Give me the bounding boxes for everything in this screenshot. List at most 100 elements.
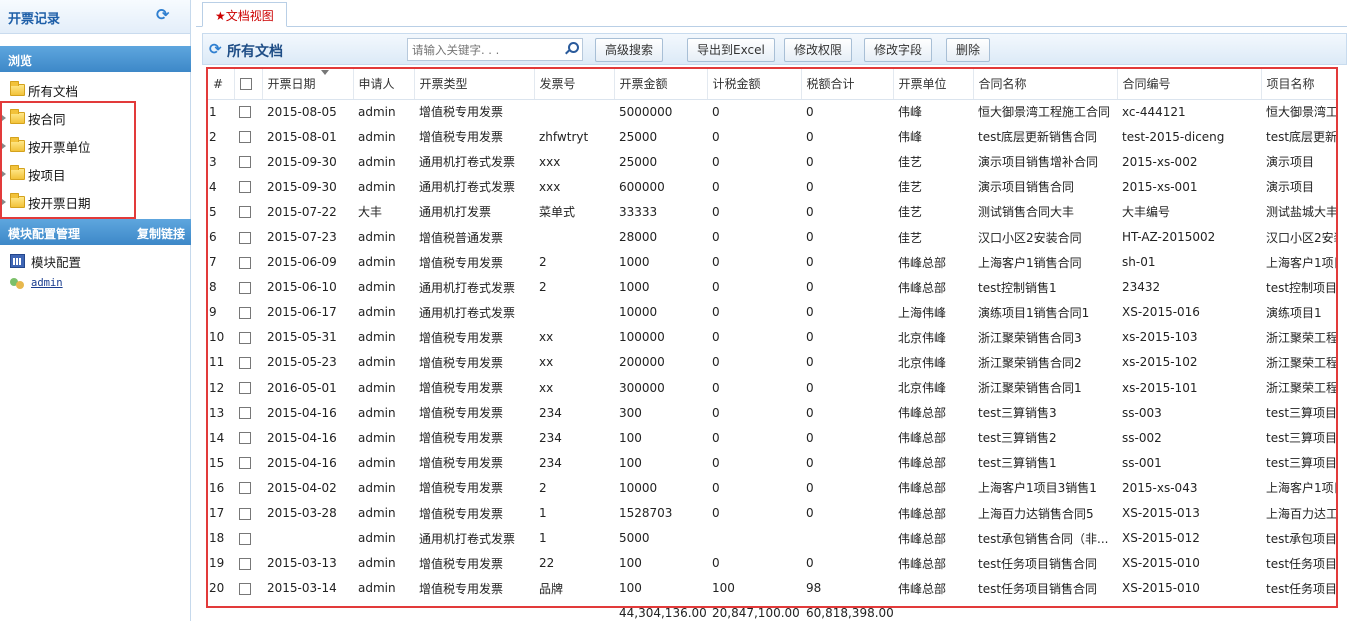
col-header-invoice-amount[interactable]: 开票金额 [614,69,708,100]
edit-permissions-button[interactable]: 修改权限 [784,38,853,62]
tab-bar: ★文档视图 [196,0,1347,27]
cell-applicant: admin [358,531,396,546]
tree-item-all-docs[interactable]: 所有文档 [0,76,191,104]
table-row[interactable]: 16 2015-04-02 admin 增值税专用发票 2 10000 0 0 伟峰总部 上海客户… [208,475,1336,500]
row-checkbox[interactable] [239,507,251,520]
cell-invoice-number: xx [539,330,554,345]
cell-contract-name: 演示项目销售增补合同 [978,155,1099,170]
col-header-invoice-date[interactable]: 开票日期 [262,69,354,100]
cell-contract-number: xc-444121 [1122,104,1186,119]
table-row[interactable]: 18 admin 通用机打卷式发票 1 5000 伟峰总部 test承包销售合同（非... X… [208,526,1336,551]
edit-fields-button[interactable]: 修改字段 [864,38,933,62]
table-row[interactable]: 12 2016-05-01 admin 增值税专用发票 xx 300000 0 0 北京伟峰 浙江… [208,375,1336,400]
advanced-search-button[interactable]: 高级搜索 [595,38,664,62]
row-checkbox[interactable] [239,156,251,169]
search-input[interactable] [408,39,558,60]
cell-invoice-amount: 300000 [619,380,665,395]
search-icon[interactable] [565,42,579,54]
table-row[interactable]: 10 2015-05-31 admin 增值税专用发票 xx 100000 0 0 北京伟峰 浙江… [208,325,1336,350]
export-excel-button[interactable]: 导出到Excel [687,38,775,62]
tab-document-view[interactable]: ★文档视图 [202,2,287,27]
col-header-invoice-number[interactable]: 发票号 [534,69,615,100]
table-row[interactable]: 5 2015-07-22 大丰 通用机打发票 菜单式 33333 0 0 佳艺 测试销售合同大丰 大… [208,199,1338,224]
col-header-tax-total[interactable]: 税额合计 [801,69,894,100]
cell-contract-name: test控制销售1 [978,280,1057,295]
row-checkbox[interactable] [239,382,251,395]
table-row[interactable]: 13 2015-04-16 admin 增值税专用发票 234 300 0 0 伟峰总部 test… [208,400,1336,425]
select-all-checkbox[interactable] [239,78,252,91]
row-checkbox[interactable] [239,432,251,445]
cell-tax-total: 0 [806,430,814,445]
col-header-project-name[interactable]: 项目名称 [1261,69,1336,100]
row-checkbox[interactable] [239,131,251,144]
cell-index: 17 [209,506,225,521]
table-row[interactable]: 14 2015-04-16 admin 增值税专用发票 234 100 0 0 伟峰总部 test… [208,425,1336,450]
row-checkbox[interactable] [239,557,251,570]
cell-invoice-date: 2015-03-13 [267,556,337,571]
cell-invoice-date: 2015-05-23 [267,355,337,370]
delete-button[interactable]: 删除 [946,38,991,62]
cell-index: 8 [209,280,217,295]
admin-link[interactable]: admin [31,277,63,289]
row-checkbox[interactable] [239,356,251,369]
cell-invoice-date: 2015-04-16 [267,455,337,470]
table-row[interactable]: 11 2015-05-23 admin 增值税专用发票 xx 200000 0 0 北京伟峰 浙江… [208,350,1336,375]
cell-contract-name: test底层更新销售合同 [978,130,1098,145]
col-header-invoice-type[interactable]: 开票类型 [414,69,535,100]
module-item-config[interactable]: 模块配置 [0,249,191,273]
cell-tax-total: 0 [806,104,814,119]
table-row[interactable]: 1 2015-08-05 admin 增值税专用发票 5000000 0 0 伟峰 恒大御景湾工… [208,99,1336,124]
cell-invoice-date: 2015-06-17 [267,305,337,320]
col-header-taxable-amount[interactable]: 计税金额 [707,69,802,100]
table-row[interactable]: 15 2015-04-16 admin 增值税专用发票 234 100 0 0 伟峰总部 test… [208,450,1336,475]
col-header-contract-number[interactable]: 合同编号 [1117,69,1262,100]
cell-project-name: 测试盐城大丰 [1266,205,1338,220]
col-header-invoice-unit[interactable]: 开票单位 [893,69,974,100]
refresh-icon[interactable]: ⟳ [156,7,172,23]
cell-invoice-type: 增值税普通发票 [419,230,504,245]
cell-invoice-number: xxx [539,154,561,169]
cell-invoice-date [262,526,353,551]
cell-select [234,350,262,375]
module-item-admin[interactable]: admin [0,273,191,293]
row-checkbox[interactable] [239,206,251,219]
col-header-contract-name[interactable]: 合同名称 [973,69,1118,100]
row-checkbox[interactable] [239,457,251,470]
row-checkbox[interactable] [239,181,251,194]
table-row[interactable]: 20 2015-03-14 admin 增值税专用发票 品牌 100 100 98 伟峰总部 te… [208,576,1336,601]
cell-tax-total: 0 [806,129,814,144]
row-checkbox[interactable] [239,331,251,344]
table-row[interactable]: 4 2015-09-30 admin 通用机打卷式发票 xxx 600000 0 0 佳艺 演示项… [208,174,1336,199]
row-checkbox[interactable] [239,281,251,294]
row-checkbox[interactable] [239,482,251,495]
sort-desc-icon [320,70,329,75]
cell-contract-number: 2015-xs-002 [1122,154,1198,169]
table-row[interactable]: 8 2015-06-10 admin 通用机打卷式发票 2 1000 0 0 伟峰总部 test控… [208,275,1336,300]
module-section-header[interactable]: 模块配置管理 复制链接 [0,219,191,245]
row-checkbox[interactable] [239,582,251,595]
row-checkbox[interactable] [239,532,251,545]
table-row[interactable]: 17 2015-03-28 admin 增值税专用发票 1 1528703 0 0 伟峰总部 上海… [208,501,1336,526]
row-checkbox[interactable] [239,256,251,269]
cell-taxable-amount: 0 [712,355,720,370]
copy-link[interactable]: 复制链接 [137,225,185,242]
table-row[interactable]: 19 2015-03-13 admin 增值税专用发票 22 100 0 0 伟峰总部 test任… [208,551,1336,576]
row-checkbox[interactable] [239,231,251,244]
table-row[interactable]: 6 2015-07-23 admin 增值税普通发票 28000 0 0 佳艺 汉口小区2安装合… [208,224,1336,249]
table-row[interactable]: 9 2015-06-17 admin 通用机打卷式发票 10000 0 0 上海伟峰 演练项目1… [208,300,1336,325]
cell-invoice-number: 1 [539,531,547,546]
table-row[interactable]: 7 2015-06-09 admin 增值税专用发票 2 1000 0 0 伟峰总部 上海客户1销… [208,250,1336,275]
row-checkbox[interactable] [239,407,251,420]
row-checkbox[interactable] [239,106,251,119]
cell-contract-number: XS-2015-010 [1122,581,1200,596]
browse-section-header[interactable]: 浏览 [0,46,191,72]
table-row[interactable]: 2 2015-08-01 admin 增值税专用发票 zhfwtryt 25000 0 0 伟峰… [208,124,1336,149]
cell-invoice-amount: 100 [619,556,642,571]
table-row[interactable]: 3 2015-09-30 admin 通用机打卷式发票 xxx 25000 0 0 佳艺 演示项目… [208,149,1336,174]
cell-project-name: 演练项目1 [1266,305,1322,320]
cell-tax-total: 0 [806,556,814,571]
col-header-applicant[interactable]: 申请人 [353,69,415,100]
refresh-icon[interactable]: ⟳ [209,40,222,58]
cell-taxable-amount: 0 [712,255,720,270]
row-checkbox[interactable] [239,306,251,319]
